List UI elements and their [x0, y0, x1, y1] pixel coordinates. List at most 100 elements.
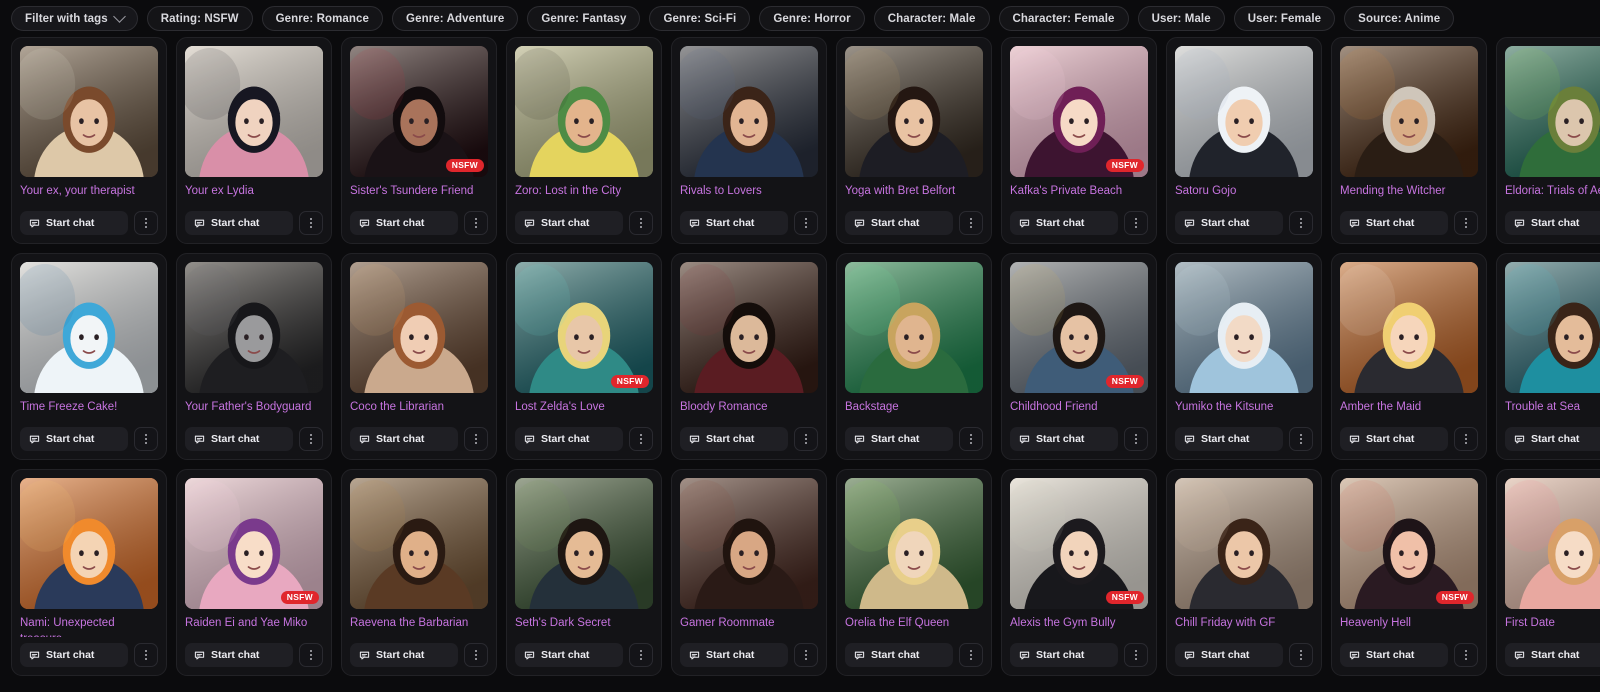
- character-card[interactable]: Chill Friday with GF Start chat: [1166, 469, 1322, 676]
- character-card[interactable]: Backstage Start chat: [836, 253, 992, 460]
- start-chat-button[interactable]: Start chat: [1175, 427, 1283, 451]
- card-more-menu-button[interactable]: [1454, 643, 1478, 667]
- card-more-menu-button[interactable]: [1454, 427, 1478, 451]
- start-chat-button[interactable]: Start chat: [1505, 643, 1600, 667]
- card-title[interactable]: Backstage: [845, 400, 983, 416]
- start-chat-button[interactable]: Start chat: [1010, 211, 1118, 235]
- filter-with-tags-dropdown[interactable]: Filter with tags: [11, 6, 138, 31]
- card-thumbnail[interactable]: [845, 262, 983, 393]
- filter-chip[interactable]: Genre: Adventure: [392, 6, 519, 31]
- card-title[interactable]: Satoru Gojo: [1175, 184, 1313, 200]
- card-thumbnail[interactable]: [845, 46, 983, 177]
- card-title[interactable]: Zoro: Lost in the City: [515, 184, 653, 200]
- card-thumbnail[interactable]: NSFW: [515, 262, 653, 393]
- character-card[interactable]: NSFW Childhood Friend Start chat: [1001, 253, 1157, 460]
- start-chat-button[interactable]: Start chat: [1340, 427, 1448, 451]
- card-more-menu-button[interactable]: [464, 427, 488, 451]
- card-title[interactable]: Nami: Unexpected treasure: [20, 616, 158, 637]
- start-chat-button[interactable]: Start chat: [1010, 427, 1118, 451]
- character-card[interactable]: Your ex, your therapist Start chat: [11, 37, 167, 244]
- card-thumbnail[interactable]: [515, 46, 653, 177]
- card-thumbnail[interactable]: [1505, 46, 1600, 177]
- card-more-menu-button[interactable]: [134, 643, 158, 667]
- card-thumbnail[interactable]: NSFW: [1010, 46, 1148, 177]
- card-more-menu-button[interactable]: [464, 211, 488, 235]
- card-thumbnail[interactable]: [185, 46, 323, 177]
- card-more-menu-button[interactable]: [629, 643, 653, 667]
- filter-chip[interactable]: Rating: NSFW: [146, 6, 253, 31]
- filter-chip[interactable]: User: Male: [1137, 6, 1225, 31]
- character-card[interactable]: Rivals to Lovers Start chat: [671, 37, 827, 244]
- character-card[interactable]: Nami: Unexpected treasure Start chat: [11, 469, 167, 676]
- card-more-menu-button[interactable]: [629, 427, 653, 451]
- start-chat-button[interactable]: Start chat: [515, 211, 623, 235]
- start-chat-button[interactable]: Start chat: [350, 427, 458, 451]
- filter-chip[interactable]: Genre: Fantasy: [527, 6, 641, 31]
- card-title[interactable]: Bloody Romance: [680, 400, 818, 416]
- start-chat-button[interactable]: Start chat: [1505, 211, 1600, 235]
- start-chat-button[interactable]: Start chat: [185, 643, 293, 667]
- card-more-menu-button[interactable]: [1124, 643, 1148, 667]
- filter-chip[interactable]: Genre: Horror: [759, 6, 865, 31]
- card-more-menu-button[interactable]: [1124, 427, 1148, 451]
- card-thumbnail[interactable]: [515, 478, 653, 609]
- card-title[interactable]: Gamer Roommate: [680, 616, 818, 632]
- card-more-menu-button[interactable]: [1454, 211, 1478, 235]
- character-card[interactable]: NSFW Kafka's Private Beach Start chat: [1001, 37, 1157, 244]
- card-thumbnail[interactable]: [185, 262, 323, 393]
- card-more-menu-button[interactable]: [299, 211, 323, 235]
- character-card[interactable]: Mending the Witcher Start chat: [1331, 37, 1487, 244]
- card-thumbnail[interactable]: [680, 46, 818, 177]
- card-title[interactable]: Sister's Tsundere Friend: [350, 184, 488, 200]
- card-thumbnail[interactable]: [680, 262, 818, 393]
- card-title[interactable]: Orelia the Elf Queen: [845, 616, 983, 632]
- start-chat-button[interactable]: Start chat: [20, 643, 128, 667]
- card-title[interactable]: Coco the Librarian: [350, 400, 488, 416]
- card-thumbnail[interactable]: [1340, 46, 1478, 177]
- card-title[interactable]: Yoga with Bret Belfort: [845, 184, 983, 200]
- card-thumbnail[interactable]: [1175, 478, 1313, 609]
- card-thumbnail[interactable]: [20, 262, 158, 393]
- card-thumbnail[interactable]: [1505, 478, 1600, 609]
- card-title[interactable]: Raevena the Barbarian: [350, 616, 488, 632]
- card-title[interactable]: Chill Friday with GF: [1175, 616, 1313, 632]
- start-chat-button[interactable]: Start chat: [350, 643, 458, 667]
- card-more-menu-button[interactable]: [299, 643, 323, 667]
- card-more-menu-button[interactable]: [629, 211, 653, 235]
- start-chat-button[interactable]: Start chat: [515, 643, 623, 667]
- card-title[interactable]: Eldoria: Trials of Aeryn: [1505, 184, 1600, 200]
- character-card[interactable]: Eldoria: Trials of Aeryn Start chat: [1496, 37, 1600, 244]
- card-more-menu-button[interactable]: [959, 643, 983, 667]
- card-title[interactable]: Childhood Friend: [1010, 400, 1148, 416]
- filter-chip[interactable]: Genre: Romance: [261, 6, 384, 31]
- card-more-menu-button[interactable]: [134, 211, 158, 235]
- card-title[interactable]: Your Father's Bodyguard: [185, 400, 323, 416]
- filter-chip[interactable]: Genre: Sci-Fi: [649, 6, 751, 31]
- card-thumbnail[interactable]: [1340, 262, 1478, 393]
- character-card[interactable]: NSFW Alexis the Gym Bully Start chat: [1001, 469, 1157, 676]
- card-more-menu-button[interactable]: [1289, 211, 1313, 235]
- character-card[interactable]: Yumiko the Kitsune Start chat: [1166, 253, 1322, 460]
- card-thumbnail[interactable]: NSFW: [1340, 478, 1478, 609]
- card-thumbnail[interactable]: [20, 46, 158, 177]
- start-chat-button[interactable]: Start chat: [1010, 643, 1118, 667]
- card-thumbnail[interactable]: NSFW: [350, 46, 488, 177]
- card-thumbnail[interactable]: [350, 478, 488, 609]
- character-card[interactable]: Orelia the Elf Queen Start chat: [836, 469, 992, 676]
- card-title[interactable]: Your ex Lydia: [185, 184, 323, 200]
- character-card[interactable]: Your Father's Bodyguard Start chat: [176, 253, 332, 460]
- filter-chip[interactable]: User: Female: [1233, 6, 1336, 31]
- character-card[interactable]: Trouble at Sea Start chat: [1496, 253, 1600, 460]
- character-card[interactable]: Your ex Lydia Start chat: [176, 37, 332, 244]
- card-thumbnail[interactable]: NSFW: [185, 478, 323, 609]
- filter-chip[interactable]: Source: Anime: [1344, 6, 1455, 31]
- card-title[interactable]: Trouble at Sea: [1505, 400, 1600, 416]
- card-thumbnail[interactable]: [845, 478, 983, 609]
- card-thumbnail[interactable]: [350, 262, 488, 393]
- start-chat-button[interactable]: Start chat: [1175, 211, 1283, 235]
- card-more-menu-button[interactable]: [1124, 211, 1148, 235]
- card-more-menu-button[interactable]: [1289, 427, 1313, 451]
- card-thumbnail[interactable]: [20, 478, 158, 609]
- card-more-menu-button[interactable]: [1289, 643, 1313, 667]
- start-chat-button[interactable]: Start chat: [350, 211, 458, 235]
